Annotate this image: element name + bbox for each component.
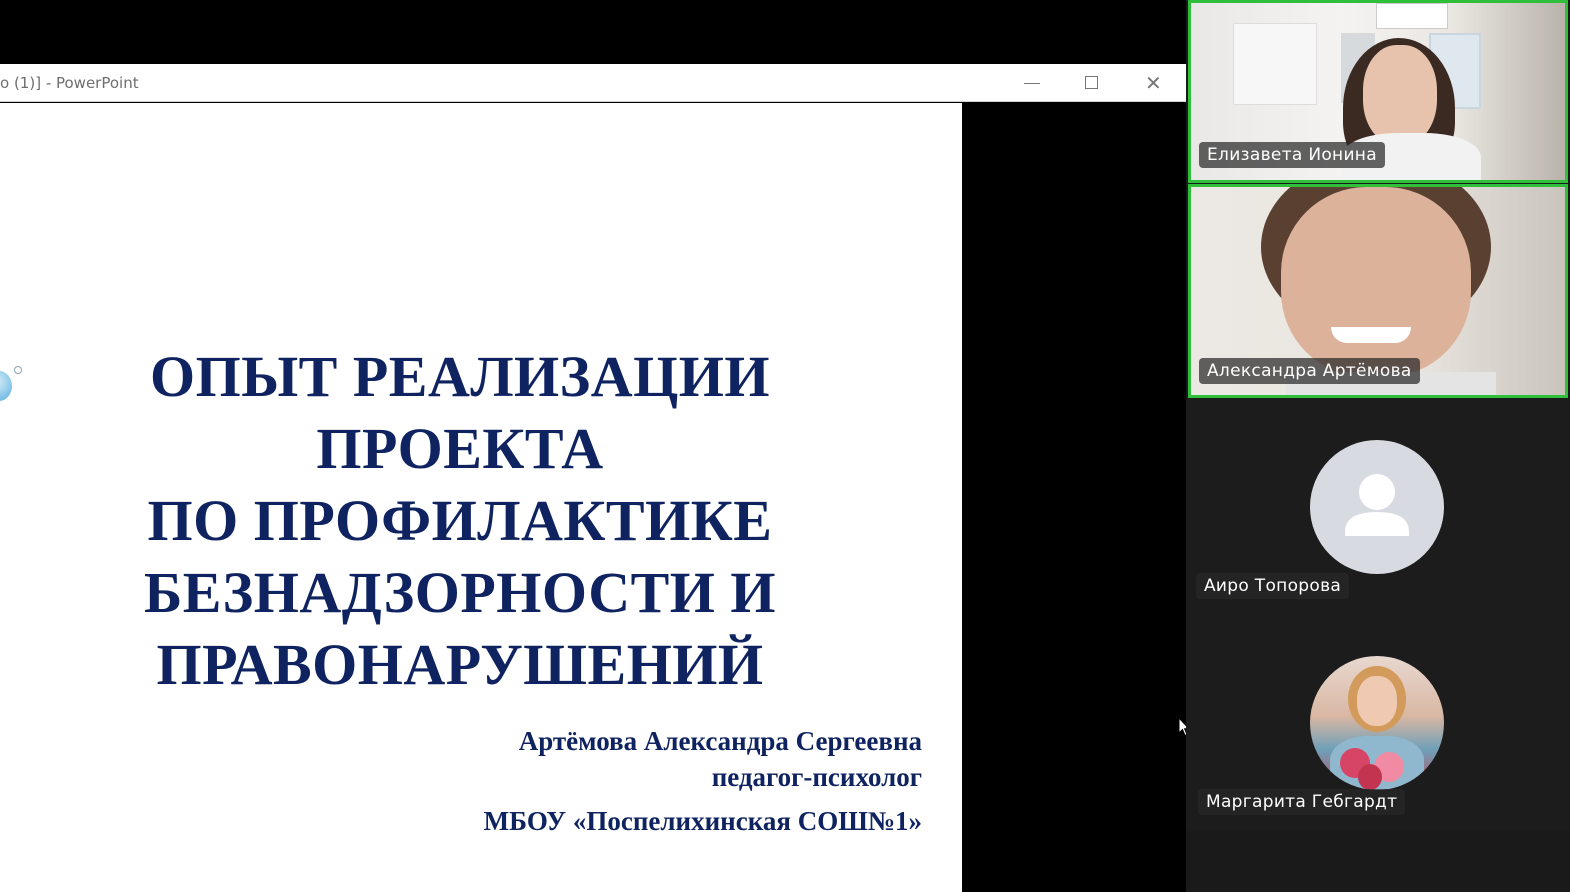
- window-title: o (1)] - PowerPoint: [0, 74, 139, 92]
- participants-panel: Елизавета Ионина Александра Артёмова Аир…: [1186, 0, 1570, 892]
- participant-name: Александра Артёмова: [1199, 358, 1420, 384]
- shared-screen: o (1)] - PowerPoint ✕ ОПЫТ РЕАЛИЗАЦИИ ПР…: [0, 0, 1190, 892]
- participant-name: Аиро Топорова: [1196, 573, 1350, 599]
- slide-title-line: ОПЫТ РЕАЛИЗАЦИИ: [149, 344, 771, 409]
- close-icon: ✕: [1145, 71, 1162, 95]
- minimize-icon: [1024, 83, 1040, 84]
- participant-name: Елизавета Ионина: [1199, 142, 1385, 168]
- presentation-slide: ОПЫТ РЕАЛИЗАЦИИ ПРОЕКТА ПО ПРОФИЛАКТИКЕ …: [0, 103, 962, 892]
- author-name: Артёмова Александра Сергеевна: [518, 726, 922, 756]
- maximize-button[interactable]: [1063, 64, 1123, 102]
- powerpoint-titlebar: o (1)] - PowerPoint ✕: [0, 64, 1186, 102]
- slide-title-line: ПО ПРОФИЛАКТИКЕ: [147, 488, 773, 553]
- author-school: МБОУ «Поспелихинская СОШ№1»: [483, 806, 922, 836]
- avatar: [1310, 440, 1444, 574]
- slide-title: ОПЫТ РЕАЛИЗАЦИИ ПРОЕКТА ПО ПРОФИЛАКТИКЕ …: [60, 341, 860, 701]
- participant-tile[interactable]: Елизавета Ионина: [1188, 0, 1568, 183]
- slide-title-line: БЕЗНАДЗОРНОСТИ И: [143, 560, 777, 625]
- avatar-photo: [1310, 656, 1444, 790]
- slide-author-block: Артёмова Александра Сергеевна педагог-пс…: [484, 723, 922, 839]
- participant-tile[interactable]: Аиро Топорова: [1186, 399, 1570, 615]
- minimize-button[interactable]: [1002, 64, 1062, 102]
- participant-tile[interactable]: Александра Артёмова: [1188, 184, 1568, 398]
- decorative-ring: [14, 366, 22, 374]
- participant-tile[interactable]: Маргарита Гебгардт: [1186, 615, 1570, 831]
- decorative-bubble: [0, 371, 12, 401]
- maximize-icon: [1085, 76, 1098, 89]
- slide-title-line: ПРАВОНАРУШЕНИЙ: [156, 632, 764, 697]
- close-button[interactable]: ✕: [1124, 64, 1184, 102]
- slide-title-line: ПРОЕКТА: [316, 416, 604, 481]
- participant-name: Маргарита Гебгардт: [1198, 789, 1406, 815]
- user-silhouette-icon: [1345, 474, 1409, 536]
- author-role: педагог-психолог: [711, 762, 922, 792]
